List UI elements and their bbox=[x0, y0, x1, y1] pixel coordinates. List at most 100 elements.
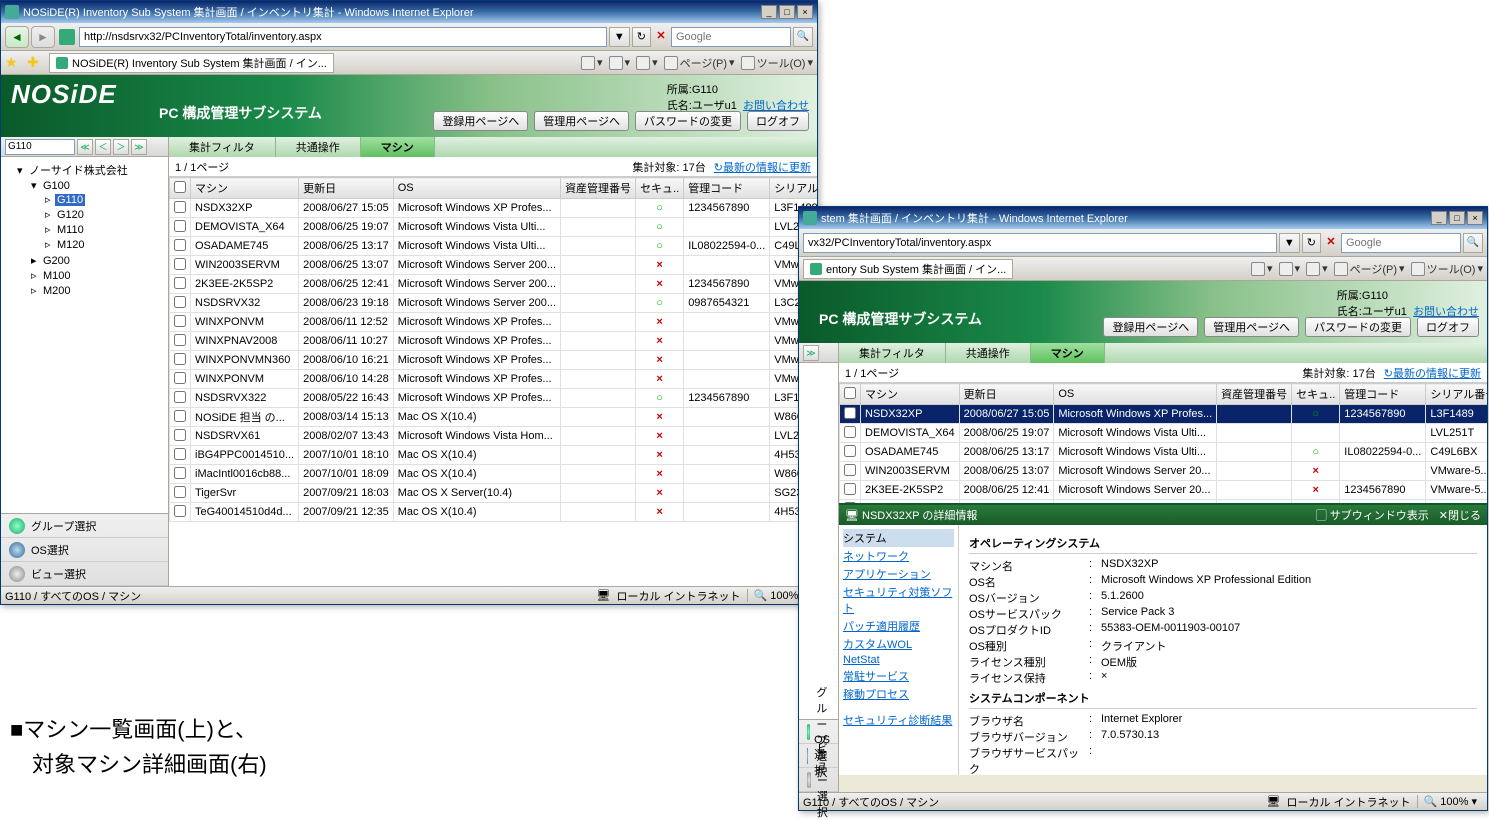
table-row[interactable]: OSADAME7452008/06/25 13:17Microsoft Wind… bbox=[840, 443, 1488, 462]
tab-bulk[interactable]: 共通操作 bbox=[276, 137, 361, 157]
detail-nav-item[interactable]: NetStat bbox=[843, 653, 954, 667]
tab-machine[interactable]: マシン bbox=[1031, 343, 1105, 363]
row-checkbox[interactable] bbox=[174, 505, 186, 517]
view-select-button[interactable]: ビュー選択 bbox=[1, 562, 168, 586]
table-row[interactable]: NSDSRVX3222008/05/22 16:43Microsoft Wind… bbox=[170, 389, 818, 408]
row-checkbox[interactable] bbox=[174, 391, 186, 403]
minimize-button[interactable]: _ bbox=[1431, 211, 1447, 225]
col-date[interactable]: 更新日 bbox=[959, 384, 1054, 405]
col-date[interactable]: 更新日 bbox=[299, 178, 394, 199]
row-checkbox[interactable] bbox=[174, 448, 186, 460]
home-button[interactable]: ▾ bbox=[1251, 261, 1273, 277]
feed-button[interactable]: ▾ bbox=[609, 55, 631, 71]
col-os[interactable]: OS bbox=[393, 178, 560, 199]
search-input[interactable] bbox=[1341, 233, 1461, 253]
tab-filter[interactable]: 集計フィルタ bbox=[839, 343, 946, 363]
sidebar-search-input[interactable] bbox=[5, 139, 75, 155]
row-checkbox[interactable] bbox=[844, 445, 856, 457]
minimize-button[interactable]: _ bbox=[761, 5, 777, 19]
page-menu[interactable]: ページ(P)▾ bbox=[664, 55, 735, 71]
machine-grid[interactable]: マシン 更新日 OS 資産管理番号 セキュ.. 管理コード シリアル番号 ユーザ… bbox=[839, 383, 1487, 503]
tab-machine[interactable]: マシン bbox=[361, 137, 435, 157]
tree-g100[interactable]: G100 bbox=[41, 180, 72, 192]
detail-nav-item[interactable]: アプリケーション bbox=[843, 565, 954, 583]
table-row[interactable]: DEMOVISTA_X642008/06/25 19:07Microsoft W… bbox=[840, 424, 1488, 443]
refresh-button[interactable]: ↻ bbox=[632, 27, 651, 47]
home-button[interactable]: ▾ bbox=[581, 55, 603, 71]
favorites-icon[interactable]: ★ bbox=[5, 54, 23, 72]
stop-icon[interactable]: ✕ bbox=[1323, 235, 1339, 251]
stop-icon[interactable]: ✕ bbox=[653, 29, 669, 45]
tools-menu[interactable]: ツール(O)▾ bbox=[1411, 261, 1483, 277]
maximize-button[interactable]: □ bbox=[1449, 211, 1465, 225]
table-row[interactable]: WINXPONVM2008/06/10 14:28Microsoft Windo… bbox=[170, 370, 818, 389]
detail-nav-item[interactable]: ネットワーク bbox=[843, 547, 954, 565]
tree-root[interactable]: ノーサイド株式会社 bbox=[27, 165, 130, 177]
row-checkbox[interactable] bbox=[174, 429, 186, 441]
table-row[interactable]: NOSiDE 担当 の...2008/03/14 15:13Mac OS X(1… bbox=[170, 408, 818, 427]
col-checkbox[interactable] bbox=[840, 384, 861, 405]
table-row[interactable]: OSADAME7452008/06/25 13:17Microsoft Wind… bbox=[170, 237, 818, 256]
row-checkbox[interactable] bbox=[174, 410, 186, 422]
detail-nav-item[interactable]: システム bbox=[843, 529, 954, 547]
tree-m200[interactable]: M200 bbox=[41, 285, 73, 297]
col-mgmt[interactable]: 管理コード bbox=[1340, 384, 1426, 405]
col-machine[interactable]: マシン bbox=[191, 178, 299, 199]
refresh-button[interactable]: ↻ bbox=[1302, 233, 1321, 253]
expand-button[interactable]: ≫ bbox=[803, 345, 819, 361]
print-button[interactable]: ▾ bbox=[1306, 261, 1328, 277]
table-row[interactable]: TeG40014510d4d...2007/09/21 12:35Mac OS … bbox=[170, 503, 818, 522]
row-checkbox[interactable] bbox=[174, 353, 186, 365]
logoff-button[interactable]: ログオフ bbox=[747, 111, 809, 131]
manage-page-button[interactable]: 管理用ページへ bbox=[1204, 317, 1299, 337]
go-button[interactable]: ▼ bbox=[1279, 233, 1300, 253]
titlebar[interactable]: NOSiDE(R) Inventory Sub System 集計画面 / イン… bbox=[1, 1, 817, 23]
col-asset[interactable]: 資産管理番号 bbox=[1217, 384, 1292, 405]
tools-menu[interactable]: ツール(O)▾ bbox=[741, 55, 813, 71]
browser-tab[interactable]: NOSiDE(R) Inventory Sub System 集計画面 / イン… bbox=[49, 53, 334, 73]
refresh-link[interactable]: ↻最新の情報に更新 bbox=[1384, 365, 1481, 381]
col-os[interactable]: OS bbox=[1054, 384, 1217, 405]
tree-g120[interactable]: G120 bbox=[55, 209, 86, 221]
first-button[interactable]: ≪ bbox=[77, 139, 93, 155]
os-select-button[interactable]: OS選択 bbox=[1, 538, 168, 562]
table-row[interactable]: WINXPONVMN3602008/06/10 16:21Microsoft W… bbox=[170, 351, 818, 370]
table-row[interactable]: DEMOVISTA_X642008/06/25 19:07Microsoft W… bbox=[170, 218, 818, 237]
forward-button[interactable]: ► bbox=[31, 26, 55, 48]
col-sec[interactable]: セキュ.. bbox=[636, 178, 684, 199]
view-select-button[interactable]: ビュー選択 bbox=[799, 768, 838, 792]
group-select-button[interactable]: グループ選択 bbox=[1, 514, 168, 538]
search-button[interactable]: 🔍 bbox=[1463, 233, 1483, 253]
col-mgmt[interactable]: 管理コード bbox=[684, 178, 770, 199]
prev-button[interactable]: ＜ bbox=[95, 139, 111, 155]
col-serial[interactable]: シリアル番号 bbox=[1426, 384, 1487, 405]
search-button[interactable]: 🔍 bbox=[793, 27, 813, 47]
tree-g200[interactable]: G200 bbox=[41, 255, 72, 267]
table-row[interactable]: NSDSRVX612008/02/07 13:43Microsoft Windo… bbox=[170, 427, 818, 446]
close-button[interactable]: × bbox=[797, 5, 813, 19]
address-input[interactable] bbox=[803, 233, 1277, 253]
table-row[interactable]: iMacIntl0016cb88...2007/10/01 18:09Mac O… bbox=[170, 465, 818, 484]
table-row[interactable]: NSDX32XP2008/06/27 15:05Microsoft Window… bbox=[170, 199, 818, 218]
back-button[interactable]: ◄ bbox=[5, 26, 29, 48]
manage-page-button[interactable]: 管理用ページへ bbox=[534, 111, 629, 131]
table-row[interactable]: iBG4PPC0014510...2007/10/01 18:10Mac OS … bbox=[170, 446, 818, 465]
feed-button[interactable]: ▾ bbox=[1279, 261, 1301, 277]
maximize-button[interactable]: □ bbox=[779, 5, 795, 19]
row-checkbox[interactable] bbox=[174, 296, 186, 308]
row-checkbox[interactable] bbox=[174, 372, 186, 384]
detail-nav-item[interactable]: セキュリティ対策ソフト bbox=[843, 583, 954, 617]
table-row[interactable]: WIN2003SERVM2008/06/25 13:07Microsoft Wi… bbox=[170, 256, 818, 275]
table-row[interactable]: WINXPNAV20082008/06/11 10:27Microsoft Wi… bbox=[170, 332, 818, 351]
detail-nav-item[interactable]: カスタムWOL bbox=[843, 635, 954, 653]
close-button[interactable]: × bbox=[1467, 211, 1483, 225]
table-row[interactable]: NSDX32XP2008/06/27 15:05Microsoft Window… bbox=[840, 405, 1488, 424]
row-checkbox[interactable] bbox=[174, 239, 186, 251]
machine-grid[interactable]: マシン 更新日 OS 資産管理番号 セキュ.. 管理コード シリアル番号 ユーザ… bbox=[169, 177, 817, 586]
row-checkbox[interactable] bbox=[844, 464, 856, 476]
row-checkbox[interactable] bbox=[844, 426, 856, 438]
row-checkbox[interactable] bbox=[844, 407, 856, 419]
table-row[interactable]: WIN2003SERVM2008/06/25 13:07Microsoft Wi… bbox=[840, 462, 1488, 481]
table-row[interactable]: WINXPONVM2008/06/11 12:52Microsoft Windo… bbox=[170, 313, 818, 332]
row-checkbox[interactable] bbox=[844, 483, 856, 495]
